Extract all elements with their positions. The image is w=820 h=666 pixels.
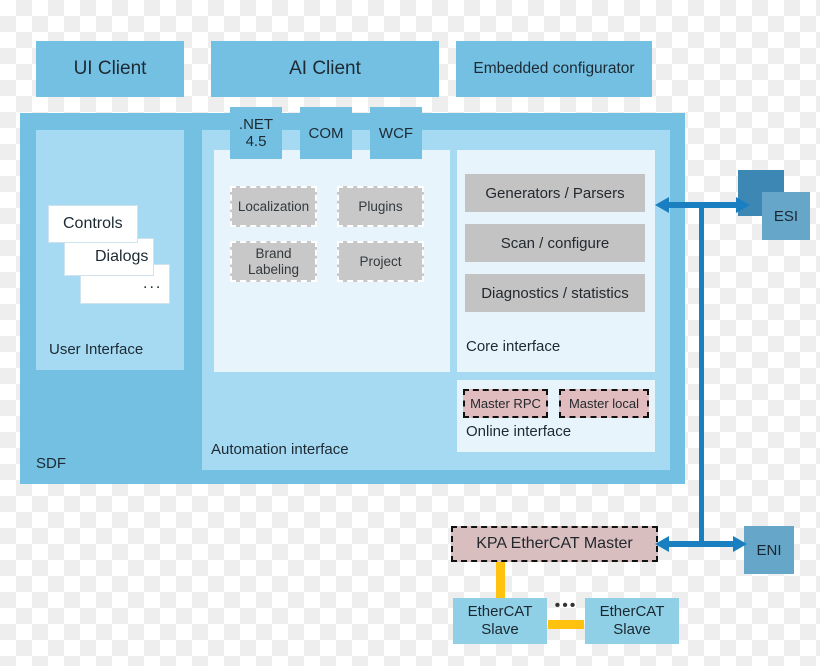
module-plugins[interactable]: Plugins	[337, 186, 424, 227]
module-localization-label: Localization	[237, 198, 310, 214]
ui-card-controls[interactable]: Controls	[48, 205, 138, 243]
ui-card-dialogs[interactable]: Dialogs	[64, 238, 154, 276]
esi-square-front[interactable]: ESI	[762, 192, 810, 240]
core-interface-caption: Core interface	[466, 338, 561, 355]
embedded-configurator-label: Embedded configurator	[473, 60, 635, 77]
user-interface-caption: User Interface	[49, 341, 144, 358]
core-item-diagnostics-statistics[interactable]: Diagnostics / statistics	[465, 274, 645, 312]
api-box-dotnet-line2: 4.5	[245, 133, 267, 150]
api-box-com[interactable]: COM	[300, 107, 352, 159]
bus-master-to-slave	[496, 562, 505, 601]
online-item-master-rpc-label: Master RPC	[470, 396, 541, 411]
online-item-master-local[interactable]: Master local	[559, 389, 649, 418]
embedded-configurator-box[interactable]: Embedded configurator	[456, 41, 652, 97]
eni-label: ENI	[756, 541, 782, 559]
slave-ellipsis: •••	[554, 597, 578, 614]
diagram-canvas: UI Client AI Client Embedded configurato…	[0, 0, 820, 666]
online-interface-caption: Online interface	[466, 423, 572, 440]
ethercat-slave-left[interactable]: EtherCAT Slave	[453, 598, 547, 644]
core-item-scan-configure-label: Scan / configure	[500, 234, 610, 252]
api-box-wcf-label: WCF	[378, 124, 414, 142]
ui-card-dialogs-label: Dialogs	[95, 248, 149, 265]
ai-client-box[interactable]: AI Client	[211, 41, 439, 97]
ethercat-slave-left-line2: Slave	[481, 621, 519, 638]
api-box-com-label: COM	[308, 124, 344, 142]
arrow-master-to-eni	[655, 536, 747, 552]
module-brand-labeling-line2: Labeling	[247, 261, 300, 277]
eni-square[interactable]: ENI	[744, 526, 794, 574]
module-project[interactable]: Project	[337, 241, 424, 282]
esi-label: ESI	[773, 207, 799, 225]
core-item-generators-parsers[interactable]: Generators / Parsers	[465, 174, 645, 212]
core-item-scan-configure[interactable]: Scan / configure	[465, 224, 645, 262]
ai-client-label: AI Client	[289, 58, 361, 79]
sdf-label: SDF	[36, 455, 66, 472]
ui-card-more-label: ...	[143, 275, 163, 292]
connector-vertical-trunk	[699, 205, 704, 545]
automation-interface-caption: Automation interface	[211, 441, 349, 458]
module-project-label: Project	[359, 253, 402, 269]
online-item-master-local-label: Master local	[568, 396, 640, 411]
ethercat-slave-left-line1: EtherCAT	[467, 603, 533, 621]
arrow-core-to-esi	[655, 197, 750, 213]
api-box-dotnet[interactable]: .NET 4.5	[230, 107, 282, 159]
ethercat-slave-right-line1: EtherCAT	[599, 603, 665, 621]
ethercat-slave-right-line2: Slave	[613, 621, 651, 638]
core-item-generators-parsers-label: Generators / Parsers	[485, 184, 625, 202]
kpa-ethercat-master-label: KPA EtherCAT Master	[476, 535, 633, 552]
module-brand-labeling-line1: Brand	[255, 245, 292, 261]
ethercat-slave-right[interactable]: EtherCAT Slave	[585, 598, 679, 644]
api-box-dotnet-line1: .NET	[238, 116, 274, 133]
ui-client-box[interactable]: UI Client	[36, 41, 184, 97]
module-plugins-label: Plugins	[358, 198, 403, 214]
module-brand-labeling[interactable]: Brand Labeling	[230, 241, 317, 282]
module-localization[interactable]: Localization	[230, 186, 317, 227]
kpa-ethercat-master-box[interactable]: KPA EtherCAT Master	[451, 526, 658, 562]
online-item-master-rpc[interactable]: Master RPC	[463, 389, 548, 418]
ui-client-label: UI Client	[73, 58, 147, 79]
core-item-diagnostics-statistics-label: Diagnostics / statistics	[481, 284, 629, 302]
ui-card-controls-label: Controls	[63, 215, 123, 232]
bus-slave-to-slave	[548, 620, 584, 629]
api-box-wcf[interactable]: WCF	[370, 107, 422, 159]
